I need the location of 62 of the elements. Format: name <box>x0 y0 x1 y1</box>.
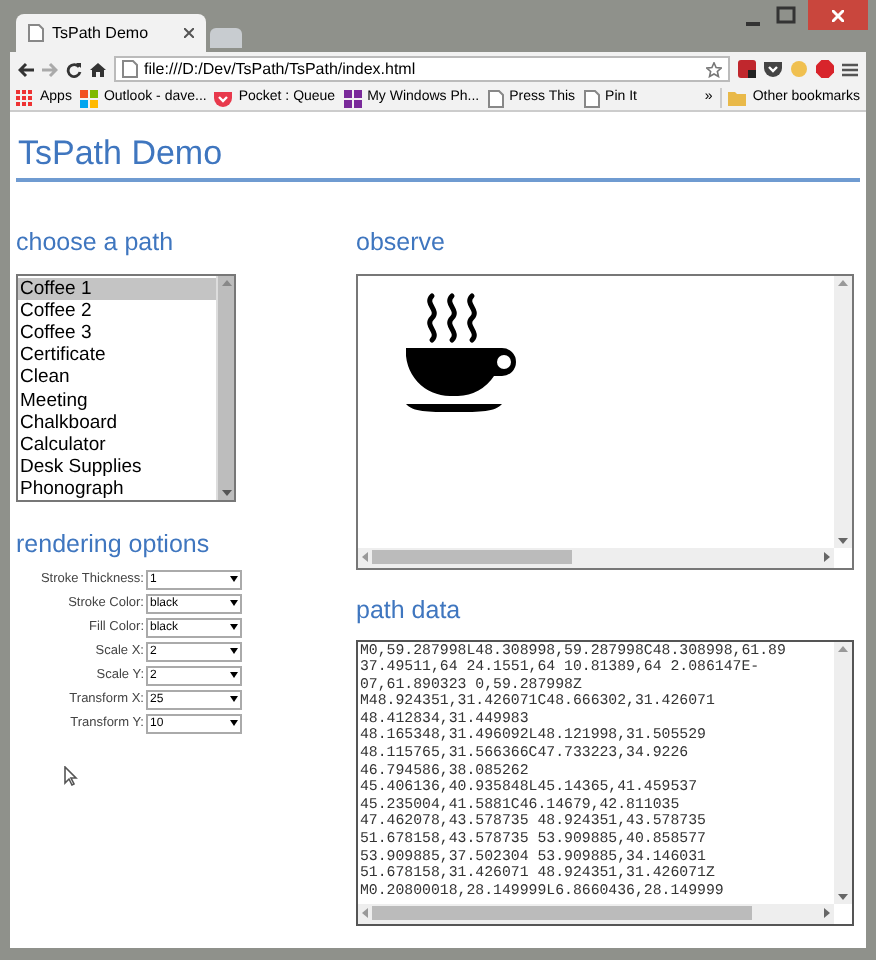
close-button[interactable] <box>808 0 868 30</box>
close-icon <box>832 9 844 21</box>
section-heading: choose a path <box>16 227 176 255</box>
windows-logo-icon <box>79 89 98 107</box>
dropdown-caret-icon <box>230 696 238 702</box>
path-listbox[interactable]: Coffee 1 Coffee 2 Coffee 3 Certificate Clean Meeting Chalkboard Calculator Desk Supplies Phonograph <box>16 273 236 501</box>
list-option[interactable]: Clean <box>18 366 216 390</box>
page-title: TsPath Demo <box>16 134 225 174</box>
menu-icon[interactable] <box>842 61 858 77</box>
horizontal-scrollbar[interactable] <box>358 903 834 923</box>
section-heading: rendering options <box>16 529 212 557</box>
section-heading: observe <box>356 227 447 255</box>
extension-icon[interactable] <box>738 60 756 78</box>
list-option[interactable]: Desk Supplies <box>18 456 216 479</box>
list-option[interactable]: Coffee 1 <box>18 277 216 300</box>
scroll-left-icon[interactable] <box>362 908 368 918</box>
home-icon[interactable] <box>90 61 106 77</box>
scroll-up-icon[interactable] <box>838 645 848 651</box>
address-bar[interactable]: file:///D:/Dev/TsPath/TsPath/index.html <box>114 56 730 82</box>
list-option[interactable]: Coffee 3 <box>18 321 216 345</box>
dropdown-caret-icon <box>230 720 238 726</box>
list-option[interactable]: Certificate <box>18 344 216 367</box>
page-icon <box>122 60 138 78</box>
adblock-icon[interactable] <box>816 60 834 78</box>
scroll-right-icon[interactable] <box>824 908 830 918</box>
scroll-left-icon[interactable] <box>362 552 368 562</box>
close-icon[interactable] <box>184 28 194 38</box>
vertical-scrollbar[interactable] <box>834 275 852 547</box>
page-icon <box>583 89 600 107</box>
list-option[interactable]: Calculator <box>18 433 216 457</box>
dropdown-caret-icon <box>230 672 238 678</box>
horizontal-scrollbar[interactable] <box>358 547 834 567</box>
vertical-scrollbar[interactable] <box>216 275 234 499</box>
scroll-up-icon[interactable] <box>838 279 848 285</box>
dropdown-caret-icon <box>230 624 238 630</box>
list-option[interactable]: Coffee 2 <box>18 299 216 322</box>
list-option[interactable]: Chalkboard <box>18 411 216 434</box>
browser-tab[interactable]: TsPath Demo <box>16 14 206 52</box>
vertical-scrollbar[interactable] <box>834 641 852 903</box>
scroll-down-icon[interactable] <box>221 489 231 495</box>
page-icon <box>487 89 504 107</box>
page-icon <box>28 24 44 42</box>
scroll-down-icon[interactable] <box>838 893 848 899</box>
pocket-icon <box>214 89 233 107</box>
section-heading: path data <box>356 595 463 623</box>
scroll-right-icon[interactable] <box>824 552 830 562</box>
scroll-down-icon[interactable] <box>838 537 848 543</box>
pocket-icon[interactable] <box>764 60 782 78</box>
dropdown-caret-icon <box>230 576 238 582</box>
back-arrow-icon[interactable] <box>18 61 34 77</box>
dropdown-caret-icon <box>230 648 238 654</box>
reload-icon[interactable] <box>66 61 82 77</box>
path-data-textarea[interactable] <box>356 639 854 925</box>
maximize-icon[interactable] <box>776 6 796 26</box>
mouse-cursor-icon <box>64 765 78 785</box>
list-option[interactable]: Meeting <box>18 389 216 412</box>
folder-icon <box>728 91 747 105</box>
dropdown-caret-icon <box>230 600 238 606</box>
apps-grid-icon <box>16 89 34 107</box>
star-icon[interactable] <box>706 61 722 77</box>
tile-icon <box>343 89 362 107</box>
list-option[interactable]: Phonograph <box>18 478 216 502</box>
